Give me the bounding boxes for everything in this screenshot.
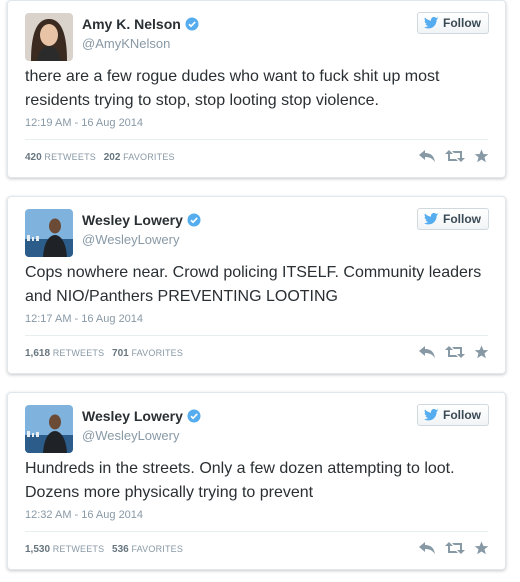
tweet-stats: 1,530 RETWEETS 536 FAVORITES (25, 544, 183, 555)
tweet-feed: Amy K. Nelson @AmyKNelson Follow there a… (0, 0, 520, 582)
follow-label: Follow (443, 16, 481, 30)
avatar[interactable] (25, 13, 73, 61)
favorite-count[interactable]: 202 (104, 152, 121, 163)
favorite-count-label: FAVORITES (131, 348, 184, 358)
tweet-actions (409, 149, 489, 163)
tweet-card: Wesley Lowery @WesleyLowery Follow Hundr… (7, 392, 506, 570)
tweet-actions (409, 345, 489, 359)
retweet-count[interactable]: 1,618 (25, 348, 50, 359)
retweet-count[interactable]: 420 (25, 152, 42, 163)
reply-icon[interactable] (418, 345, 436, 359)
retweet-count[interactable]: 1,530 (25, 544, 50, 555)
author-handle[interactable]: @WesleyLowery (82, 232, 180, 247)
verified-badge-icon (187, 409, 201, 423)
follow-button[interactable]: Follow (417, 12, 489, 34)
follow-label: Follow (443, 408, 481, 422)
favorite-star-icon[interactable] (474, 149, 489, 163)
retweet-count-label: RETWEETS (44, 152, 96, 162)
tweet-card: Wesley Lowery @WesleyLowery Follow Cops … (7, 196, 506, 374)
tweet-timestamp[interactable]: 12:32 AM - 16 Aug 2014 (25, 509, 143, 521)
twitter-bird-icon (424, 17, 439, 29)
favorite-count-label: FAVORITES (123, 152, 175, 162)
verified-badge-icon (187, 213, 201, 227)
retweet-icon[interactable] (445, 541, 465, 555)
divider (25, 139, 488, 140)
reply-icon[interactable] (418, 149, 436, 163)
favorite-star-icon[interactable] (474, 541, 489, 555)
avatar[interactable] (25, 209, 73, 257)
follow-button[interactable]: Follow (417, 208, 489, 230)
author-row: Wesley Lowery (82, 407, 201, 425)
favorite-count-label: FAVORITES (131, 544, 184, 554)
follow-button[interactable]: Follow (417, 404, 489, 426)
retweet-icon[interactable] (445, 149, 465, 163)
tweet-stats: 420 RETWEETS 202 FAVORITES (25, 152, 175, 163)
tweet-stats: 1,618 RETWEETS 701 FAVORITES (25, 348, 183, 359)
author-handle[interactable]: @AmyKNelson (82, 36, 170, 51)
retweet-count-label: RETWEETS (52, 544, 105, 554)
author-handle[interactable]: @WesleyLowery (82, 428, 180, 443)
retweet-icon[interactable] (445, 345, 465, 359)
author-row: Wesley Lowery (82, 211, 201, 229)
author-name[interactable]: Wesley Lowery (82, 408, 183, 424)
tweet-text: Cops nowhere near. Crowd policing ITSELF… (25, 264, 482, 305)
tweet-text: Hundreds in the streets. Only a few doze… (25, 460, 455, 501)
tweet-actions (409, 541, 489, 555)
verified-badge-icon (185, 17, 199, 31)
tweet-card: Amy K. Nelson @AmyKNelson Follow there a… (7, 0, 506, 178)
retweet-count-label: RETWEETS (52, 348, 105, 358)
author-row: Amy K. Nelson (82, 15, 199, 33)
author-name[interactable]: Amy K. Nelson (82, 16, 181, 32)
favorite-star-icon[interactable] (474, 345, 489, 359)
follow-label: Follow (443, 212, 481, 226)
favorite-count[interactable]: 701 (112, 348, 129, 359)
avatar[interactable] (25, 405, 73, 453)
reply-icon[interactable] (418, 541, 436, 555)
twitter-bird-icon (424, 409, 439, 421)
favorite-count[interactable]: 536 (112, 544, 129, 555)
author-name[interactable]: Wesley Lowery (82, 212, 183, 228)
twitter-bird-icon (424, 213, 439, 225)
divider (25, 531, 488, 532)
tweet-timestamp[interactable]: 12:17 AM - 16 Aug 2014 (25, 313, 143, 325)
divider (25, 335, 488, 336)
tweet-timestamp[interactable]: 12:19 AM - 16 Aug 2014 (25, 117, 143, 129)
tweet-text: there are a few rogue dudes who want to … (25, 68, 440, 109)
